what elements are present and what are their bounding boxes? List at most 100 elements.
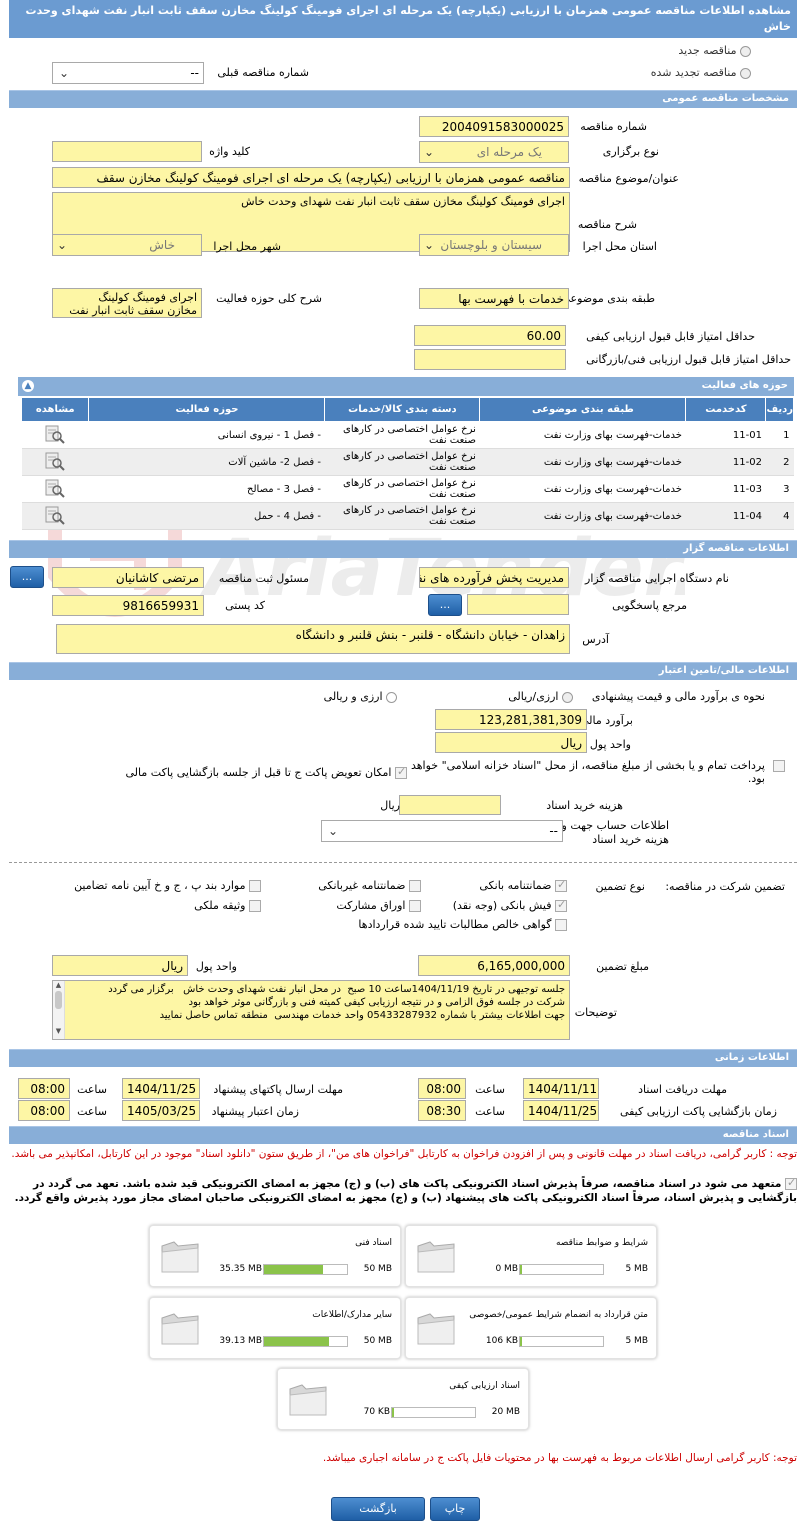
min-tech-field (414, 349, 566, 370)
org-select-button[interactable]: ... (10, 566, 44, 588)
bank-checkbox[interactable] (555, 878, 567, 892)
back-button[interactable]: بازگشت (331, 1497, 425, 1521)
doc-progress-fill (520, 1265, 522, 1274)
estimate-field: 123,281,381,309 (435, 709, 587, 730)
docs-header-label: اسناد مناقصه (722, 1129, 789, 1140)
ref-select-button[interactable]: ... (428, 594, 462, 616)
keyword-label: کلید واژه (209, 145, 250, 158)
claims-checkbox[interactable] (555, 919, 567, 931)
province-select[interactable]: سیستان و بلوچستان ⌄ (419, 234, 569, 256)
open-date-field: 1404/11/25 (523, 1100, 599, 1121)
account-select[interactable]: -- ⌄ (321, 820, 563, 842)
clauses-checkbox[interactable] (249, 880, 261, 892)
doc-card[interactable]: اسناد ارزیابی کیفی 20 MB 70 KB (277, 1368, 529, 1430)
doc-current-size: 106 KB (485, 1336, 518, 1346)
cash-checkbox[interactable] (555, 898, 567, 912)
property-label: وثیقه ملکی (194, 899, 246, 912)
view-icon[interactable] (21, 502, 89, 530)
view-icon[interactable] (21, 448, 89, 476)
folder-icon (289, 1384, 327, 1416)
category-field: خدمات با فهرست بها (419, 288, 569, 309)
scope-field: اجرای فومینگ کولینگ مخازن سقف ثابت انبار… (52, 288, 202, 318)
postal-field: 9816659931 (52, 595, 204, 616)
folder-icon (161, 1241, 199, 1273)
row-area: - فصل 3 - مصالح (88, 475, 325, 503)
row-category: خدمات-فهرست بهای وزارت نفت (479, 475, 686, 503)
resp-field: مرتضی کاشانیان (52, 567, 204, 588)
row-area: - فصل 1 - نیروی انسانی (88, 421, 325, 449)
radio-new-tender[interactable]: مناقصه جدید (678, 44, 751, 57)
table-row: 3 11-03 خدمات-فهرست بهای وزارت نفت نرخ ع… (21, 475, 794, 503)
bonds-label: اوراق مشارکت (336, 899, 406, 912)
timing-section-header: اطلاعات زمانی (9, 1049, 797, 1067)
scroll-down-icon[interactable]: ▼ (53, 1027, 64, 1035)
participation-guarantee-label: تضمین شرکت در مناقصه: (665, 880, 785, 893)
col-code: کدخدمت (685, 397, 767, 422)
nonbank-checkbox[interactable] (409, 880, 421, 892)
col-view: مشاهده (20, 397, 90, 422)
province-value: سیستان و بلوچستان (440, 238, 542, 252)
province-label: استان محل اجرا (582, 240, 657, 253)
send-time-field: 08:00 (18, 1078, 70, 1099)
scroll-thumb[interactable] (55, 991, 62, 1009)
recv-label: مهلت دریافت اسناد (638, 1083, 727, 1096)
radio-currency-and-rial[interactable]: ارزی و ریالی (324, 690, 397, 703)
city-value: خاش (149, 238, 175, 252)
collapse-icon[interactable]: ▲ (22, 380, 34, 392)
view-icon[interactable] (21, 421, 89, 449)
radio-currency-and-rial-label: ارزی و ریالی (323, 690, 383, 703)
doc-card[interactable]: شرایط و ضوابط مناقصه 5 MB 0 MB (405, 1225, 657, 1287)
row-group: نرخ عوامل اختصاصی در کارهای صنعت نفت (324, 502, 480, 530)
treasury-checkbox[interactable] (773, 760, 785, 772)
page-title: مشاهده اطلاعات مناقصه عمومی همزمان با ار… (25, 4, 791, 33)
row-code: 11-04 (685, 502, 766, 530)
keyword-field[interactable] (52, 141, 202, 162)
prev-tender-select[interactable]: -- ⌄ (52, 62, 204, 84)
doc-card[interactable]: متن قرارداد به انضمام شرایط عمومی/خصوصی 5… (405, 1297, 657, 1359)
radio-renewed-tender[interactable]: مناقصه تجدید شده (651, 66, 751, 79)
print-button[interactable]: چاپ (430, 1497, 480, 1521)
chevron-down-icon: ⌄ (57, 238, 68, 252)
send-time-label: ساعت (77, 1083, 107, 1096)
min-quality-label: حداقل امتیاز قابل قبول ارزیابی کیفی (586, 330, 755, 343)
valid-date-field: 1405/03/25 (122, 1100, 200, 1121)
treasury-label: پرداخت تمام و یا بخشی از مبلغ مناقصه، از… (410, 759, 765, 785)
tender-number-field: 2004091583000025 (419, 116, 569, 137)
subject-label: عنوان/موضوع مناقصه (578, 172, 679, 185)
doc-card[interactable]: سایر مدارک/اطلاعات 50 MB 39.13 MB (149, 1297, 401, 1359)
stage-select[interactable]: یک مرحله ای ⌄ (419, 141, 569, 163)
city-select[interactable]: خاش ⌄ (52, 234, 202, 256)
notes-scrollbar[interactable]: ▲ ▼ (53, 981, 65, 1039)
col-row: ردیف (765, 397, 794, 422)
notes-label: توضیحات (574, 1006, 617, 1019)
stage-label: نوع برگزاری (602, 145, 659, 158)
scroll-up-icon[interactable]: ▲ (53, 981, 64, 989)
row-group: نرخ عوامل اختصاصی در کارهای صنعت نفت (324, 475, 480, 503)
general-header-label: مشخصات مناقصه عمومی (662, 93, 789, 104)
radio-currency-rial-label: ارزی/ریالی (508, 690, 559, 703)
swap-checkbox[interactable] (395, 765, 407, 779)
divider (9, 862, 797, 863)
estimate-label: برآورد مالی (580, 714, 633, 727)
row-area: - فصل 4 - حمل (88, 502, 325, 530)
doc-name: سایر مدارک/اطلاعات (312, 1310, 392, 1320)
folder-icon (417, 1313, 455, 1345)
currency-unit-field: ریال (435, 732, 587, 753)
doc-max-size: 5 MB (625, 1336, 648, 1346)
col-category: طبقه بندی موضوعی (479, 397, 687, 422)
activity-section-header: حوزه های فعالیت ▲ (18, 377, 794, 396)
bonds-checkbox[interactable] (409, 900, 421, 912)
row-group: نرخ عوامل اختصاصی در کارهای صنعت نفت (324, 421, 480, 449)
table-row: 1 11-01 خدمات-فهرست بهای وزارت نفت نرخ ع… (21, 421, 794, 449)
guarantee-unit-field: ریال (52, 955, 188, 976)
valid-label: زمان اعتبار پیشنهاد (211, 1105, 299, 1118)
doc-max-size: 5 MB (625, 1264, 648, 1274)
guarantee-bonds: اوراق مشارکت (336, 899, 421, 912)
folder-icon (161, 1313, 199, 1345)
radio-currency-rial[interactable]: ارزی/ریالی (508, 690, 573, 703)
property-checkbox[interactable] (249, 900, 261, 912)
view-icon[interactable] (21, 475, 89, 503)
doc-card[interactable]: اسناد فنی 50 MB 35.35 MB (149, 1225, 401, 1287)
guarantee-cash: فیش بانکی (وجه نقد) (453, 898, 567, 912)
commit-checkbox[interactable] (785, 1176, 797, 1190)
